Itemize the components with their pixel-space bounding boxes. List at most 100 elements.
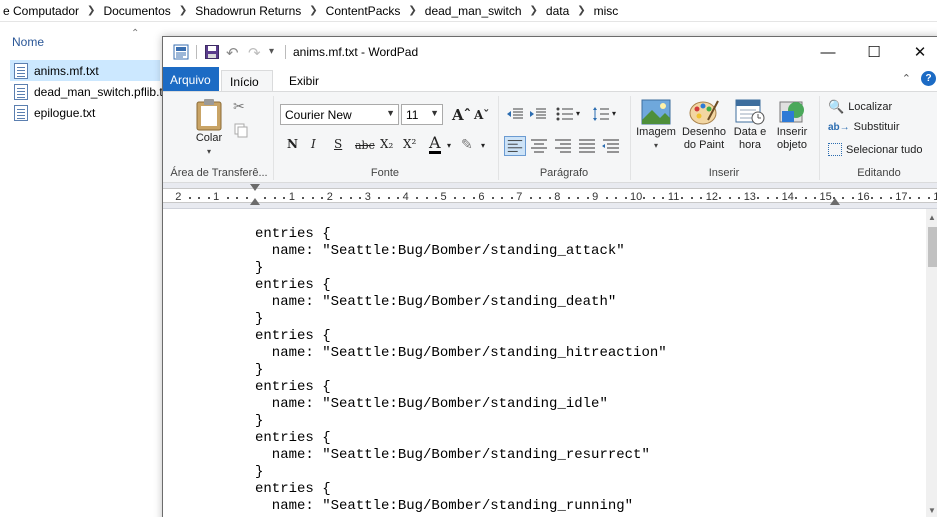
ruler-tick (728, 197, 731, 199)
wordpad-window: ↶ ↷ ▾ anims.mf.txt - WordPad — ☐ ✕ Arqui… (162, 36, 937, 517)
document-line: } (255, 413, 264, 429)
find-button[interactable]: 🔍 Localizar (828, 99, 892, 115)
column-header-name[interactable]: Nome (12, 35, 44, 49)
chevron-down-icon[interactable]: ▾ (612, 109, 616, 118)
ruler-tick (927, 197, 930, 199)
chevron-right-icon[interactable]: ❯ (525, 5, 543, 16)
scroll-down-icon[interactable]: ▼ (928, 506, 936, 515)
redo-icon[interactable]: ↷ (248, 44, 264, 62)
save-icon[interactable] (204, 44, 220, 60)
ruler-tick (908, 197, 911, 199)
ruler-number: 16 (857, 191, 870, 203)
document-line: name: "Seattle:Bug/Bomber/standing_death… (255, 294, 617, 310)
italic-button[interactable]: I (311, 137, 316, 159)
breadcrumb-item[interactable]: Documentos (100, 4, 173, 18)
file-item[interactable]: dead_man_switch.pflib.t (10, 81, 170, 102)
wordpad-app-icon[interactable] (173, 44, 189, 60)
subscript-button[interactable]: X₂ (380, 137, 393, 159)
ruler-tick (340, 197, 343, 199)
copy-icon[interactable] (233, 122, 249, 138)
align-center-icon[interactable] (529, 137, 549, 155)
help-icon[interactable]: ? (921, 71, 936, 86)
chevron-down-icon[interactable]: ▾ (447, 141, 451, 150)
document-area[interactable]: entries { name: "Seattle:Bug/Bomber/stan… (163, 209, 926, 517)
undo-icon[interactable]: ↶ (226, 44, 242, 62)
strikethrough-button[interactable]: abc (355, 139, 375, 161)
tab-home[interactable]: Início (221, 70, 273, 92)
font-family-select[interactable]: Courier New ▼ (280, 104, 399, 125)
divider (819, 96, 820, 180)
justify-icon[interactable] (577, 137, 597, 155)
ruler-number: 7 (516, 191, 523, 203)
underline-button[interactable]: S (334, 137, 342, 159)
replace-button[interactable]: ab→ Substituir (828, 121, 900, 133)
breadcrumb-item[interactable]: ContentPacks (323, 4, 404, 18)
group-label-insert: Inserir (708, 167, 740, 179)
date-time-label-line1: Data e (733, 126, 767, 138)
paragraph-settings-icon[interactable] (601, 137, 621, 155)
bold-button[interactable]: N (287, 137, 298, 159)
tab-file[interactable]: Arquivo (163, 67, 219, 91)
line-spacing-icon[interactable] (592, 106, 610, 122)
select-all-button[interactable]: Selecionar tudo (828, 143, 922, 156)
highlight-color-icon[interactable]: ✎ (461, 136, 473, 153)
scroll-thumb[interactable] (928, 227, 937, 267)
decrease-indent-icon[interactable] (506, 106, 524, 122)
font-size-select[interactable]: 11 ▼ (401, 104, 443, 125)
grow-font-icon[interactable]: Aˆ (452, 106, 471, 124)
minimize-button[interactable]: — (805, 37, 851, 67)
right-indent-icon[interactable] (829, 198, 840, 205)
vertical-scrollbar[interactable]: ▲ ▼ (926, 209, 937, 517)
chevron-down-icon[interactable]: ▾ (576, 109, 580, 118)
ruler-tick (236, 197, 239, 199)
increase-indent-icon[interactable] (529, 106, 547, 122)
breadcrumb-item[interactable]: e Computador (0, 4, 82, 18)
image-icon (641, 99, 671, 125)
align-right-icon[interactable] (553, 137, 573, 155)
file-list-header: Nome ⌃ (0, 22, 165, 62)
insert-image-button[interactable]: Imagem ▾ (635, 98, 677, 152)
breadcrumb-item[interactable]: Shadowrun Returns (192, 4, 304, 18)
bullet-list-icon[interactable] (556, 106, 574, 122)
title-bar[interactable]: ↶ ↷ ▾ anims.mf.txt - WordPad — ☐ ✕ (163, 37, 937, 67)
ruler-tick (605, 197, 608, 199)
first-line-indent-icon[interactable] (250, 184, 260, 191)
chevron-right-icon[interactable]: ❯ (82, 5, 100, 16)
collapse-ribbon-icon[interactable]: ⌃ (902, 72, 911, 85)
ruler-tick (889, 197, 892, 199)
ruler-tick (378, 197, 381, 199)
close-button[interactable]: ✕ (897, 37, 937, 67)
shrink-font-icon[interactable]: Aˇ (474, 108, 489, 122)
ruler-number: 14 (781, 191, 794, 203)
paint-drawing-button[interactable]: Desenho do Paint (680, 98, 728, 152)
font-color-icon[interactable]: A (429, 135, 441, 154)
superscript-button[interactable]: X² (403, 137, 416, 159)
breadcrumb-item[interactable]: dead_man_switch (422, 4, 525, 18)
chevron-right-icon[interactable]: ❯ (304, 5, 322, 16)
ruler-tick (302, 197, 305, 199)
cut-icon[interactable]: ✂ (233, 98, 245, 115)
breadcrumb-item[interactable]: misc (591, 4, 622, 18)
chevron-down-icon: ▼ (430, 108, 439, 118)
paste-button[interactable]: Colar ▾ (189, 98, 229, 158)
chevron-right-icon[interactable]: ❯ (403, 5, 421, 16)
chevron-right-icon[interactable]: ❯ (174, 5, 192, 16)
ruler-tick (652, 197, 655, 199)
chevron-right-icon[interactable]: ❯ (572, 5, 590, 16)
breadcrumb-item[interactable]: data (543, 4, 572, 18)
ruler-tick (529, 197, 532, 199)
ruler-tick (880, 197, 883, 199)
align-left-icon[interactable] (504, 136, 526, 156)
quick-access-dropdown-icon[interactable]: ▾ (269, 46, 285, 62)
ruler[interactable]: 2 1 1 2 3 4 5 6 7 8 9 10 11 12 13 14 15 16 17 1 (163, 183, 937, 209)
file-item[interactable]: anims.mf.txt (10, 60, 160, 81)
insert-object-button[interactable]: Inserir objeto (772, 98, 812, 152)
chevron-down-icon: ▾ (653, 141, 658, 150)
date-time-button[interactable]: Data e hora (731, 98, 769, 152)
tab-view[interactable]: Exibir (281, 70, 327, 92)
chevron-down-icon[interactable]: ▾ (481, 141, 485, 150)
file-item[interactable]: epilogue.txt (10, 102, 170, 123)
hanging-indent-icon[interactable] (250, 198, 260, 205)
scroll-up-icon[interactable]: ▲ (928, 213, 936, 222)
maximize-button[interactable]: ☐ (851, 37, 897, 67)
